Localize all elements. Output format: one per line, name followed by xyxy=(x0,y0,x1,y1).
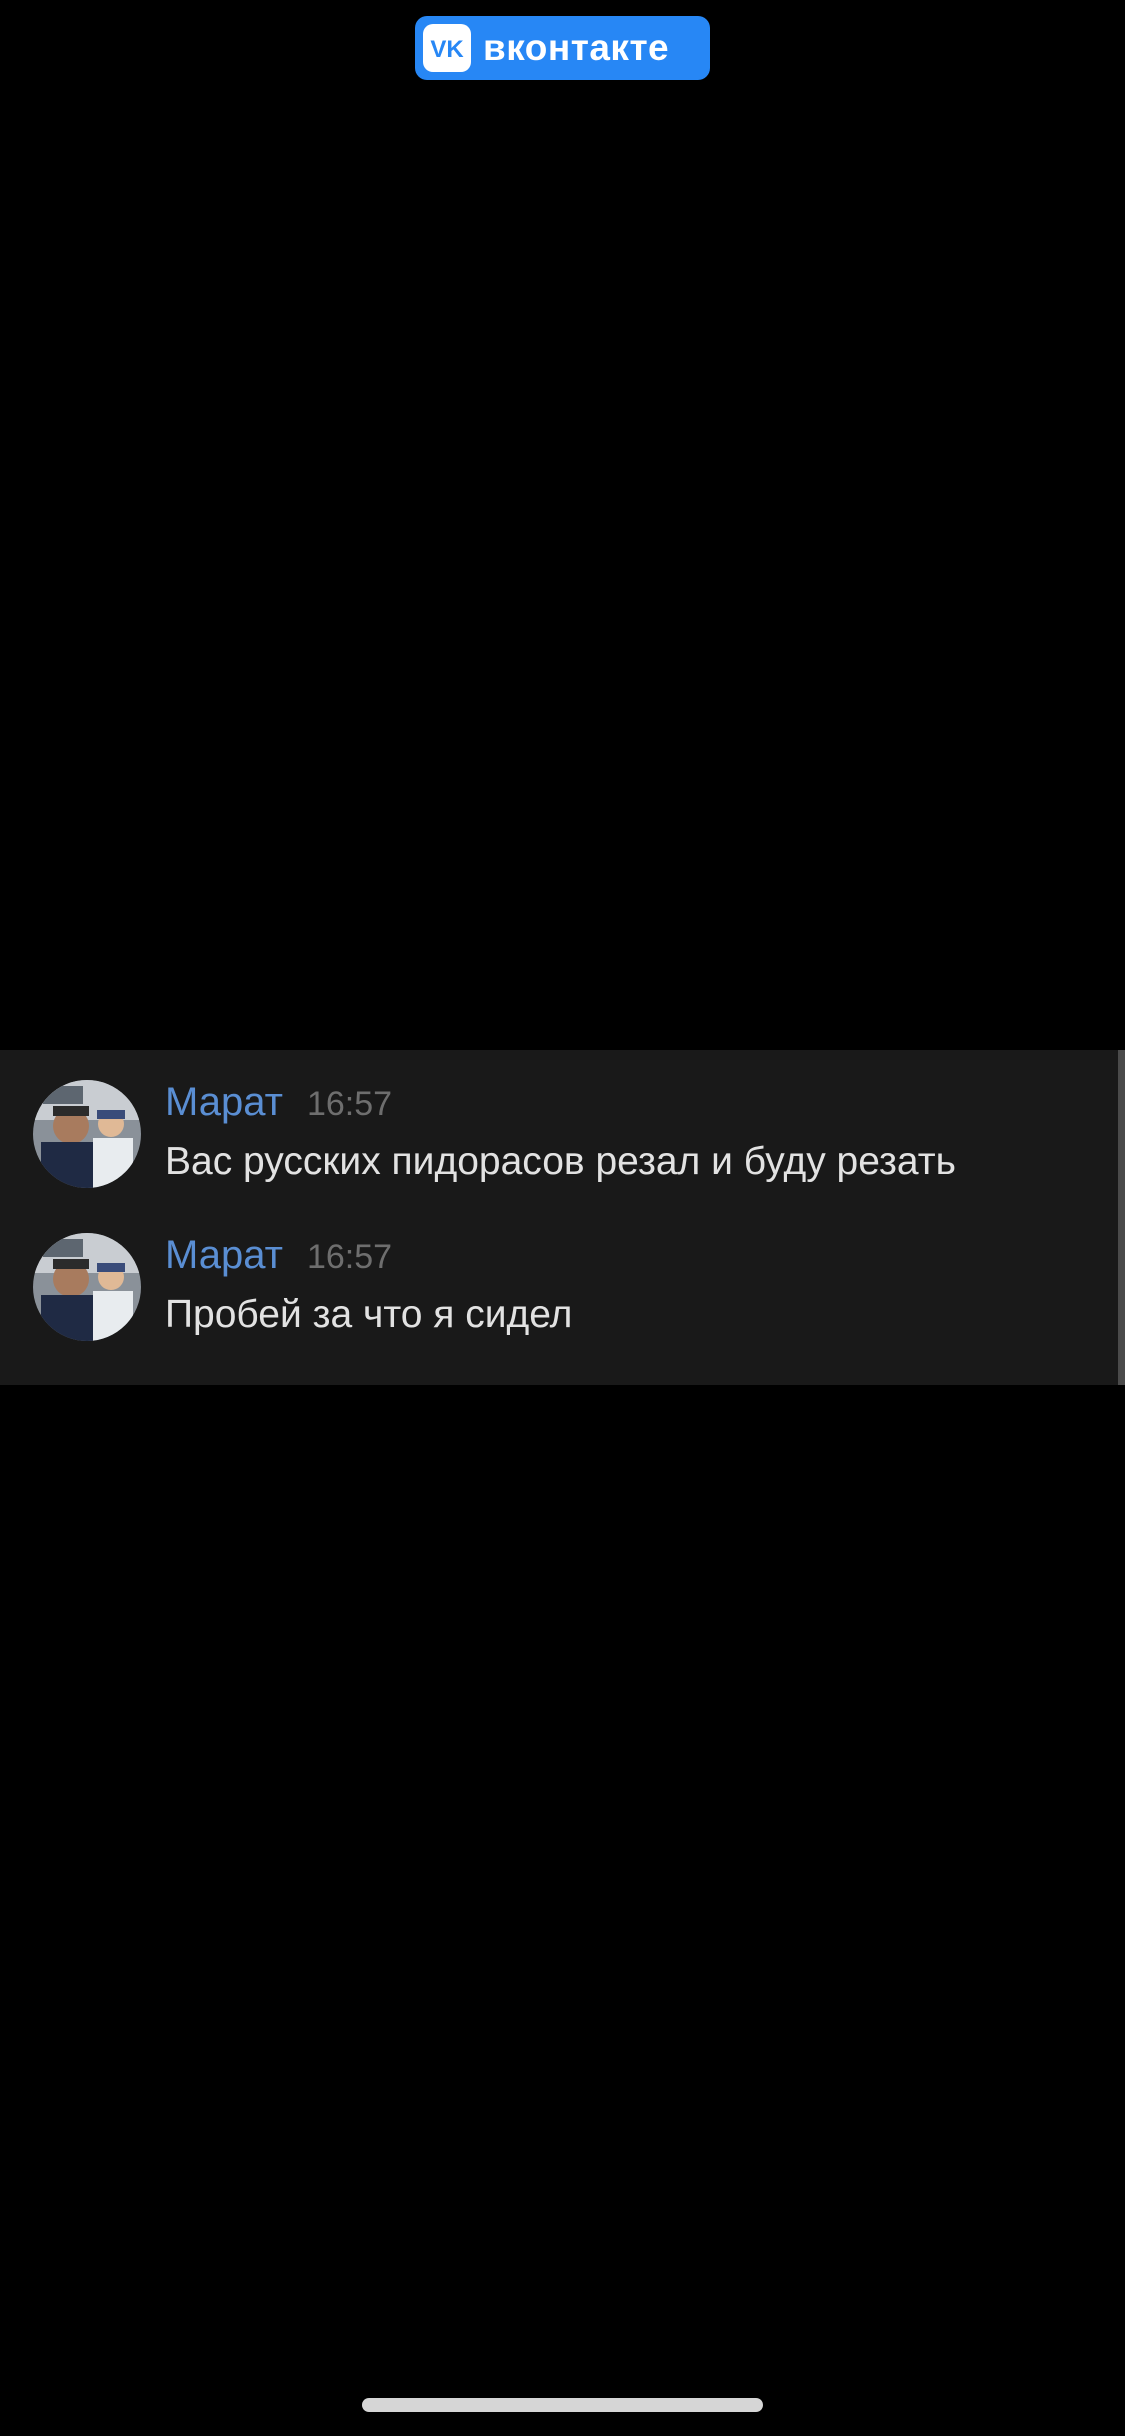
vk-logo-icon: VK xyxy=(423,24,471,72)
user-avatar[interactable] xyxy=(33,1233,141,1341)
message-item[interactable]: Марат 16:57 Вас русских пидорасов резал … xyxy=(33,1050,1093,1188)
message-time: 16:57 xyxy=(306,1085,393,1123)
message-header: Марат 16:57 xyxy=(165,1080,392,1125)
message-header: Марат 16:57 xyxy=(165,1233,392,1278)
brand-name: вконтакте xyxy=(483,27,670,68)
user-avatar[interactable] xyxy=(33,1080,141,1188)
home-indicator[interactable] xyxy=(362,2398,763,2412)
svg-text:VK: VK xyxy=(430,36,464,63)
author-name[interactable]: Марат xyxy=(165,1080,283,1125)
message-text: Вас русских пидорасов резал и буду резат… xyxy=(165,1140,956,1183)
chat-scrollbar[interactable] xyxy=(1118,1050,1125,1385)
author-name[interactable]: Марат xyxy=(165,1233,283,1278)
message-text: Пробей за что я сидел xyxy=(165,1293,573,1336)
chat-messages-panel[interactable]: Марат 16:57 Вас русских пидорасов резал … xyxy=(0,1050,1125,1385)
message-time: 16:57 xyxy=(306,1238,393,1276)
vk-brand-badge: VK вконтакте xyxy=(415,16,710,80)
message-item[interactable]: Марат 16:57 Пробей за что я сидел xyxy=(33,1203,1093,1341)
